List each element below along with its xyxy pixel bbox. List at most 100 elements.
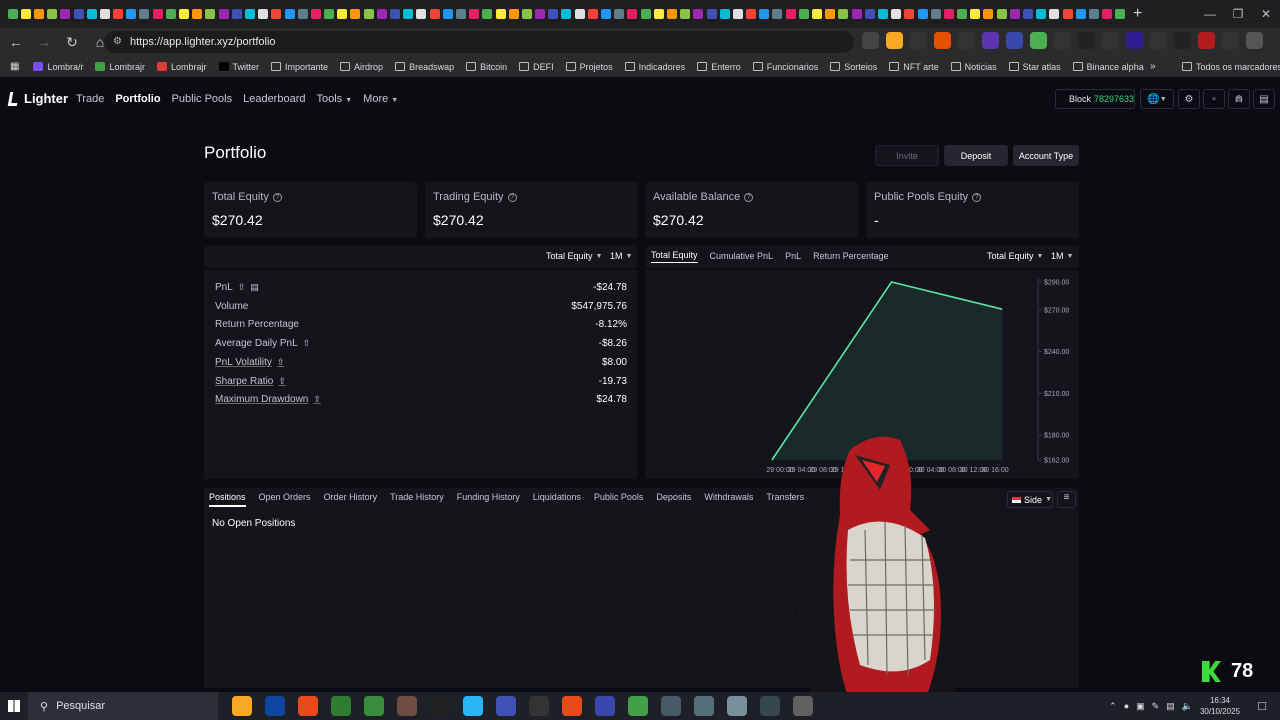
forward-icon[interactable]: → — [32, 30, 56, 54]
new-tab-icon[interactable]: + — [1133, 5, 1142, 23]
browser-tab[interactable] — [586, 0, 599, 28]
nav-portfolio[interactable]: Portfolio — [115, 93, 160, 105]
bookmark-item[interactable]: Twitter — [218, 62, 259, 72]
tab-total-equity[interactable]: Total Equity — [651, 250, 698, 263]
share-icon[interactable]: ⇧ — [277, 357, 285, 368]
taskbar-app-icon[interactable] — [397, 696, 417, 716]
tab-liquidations[interactable]: Liquidations — [533, 492, 581, 507]
share-icon[interactable]: ⇧ — [278, 376, 286, 387]
taskbar-app-icon[interactable] — [496, 696, 516, 716]
browser-tab[interactable] — [1114, 0, 1127, 28]
browser-tab[interactable] — [428, 0, 441, 28]
bookmark-item[interactable]: Airdrop — [340, 62, 383, 72]
taskbar-app-icon[interactable] — [265, 696, 285, 716]
info-icon[interactable]: ? — [272, 192, 282, 202]
nav-tools[interactable]: Tools ▼ — [316, 93, 352, 105]
browser-tab[interactable] — [534, 0, 547, 28]
browser-tab[interactable] — [956, 0, 969, 28]
browser-tab[interactable] — [929, 0, 942, 28]
bookmark-item[interactable]: Lombrajr — [156, 62, 207, 72]
network-icon[interactable]: ▤ — [1166, 701, 1175, 712]
more-bookmarks-icon[interactable]: » — [1150, 61, 1156, 72]
extension-icon[interactable] — [982, 32, 999, 49]
browser-tab[interactable] — [758, 0, 771, 28]
browser-tab[interactable] — [599, 0, 612, 28]
browser-tab[interactable] — [731, 0, 744, 28]
browser-tab[interactable] — [6, 0, 19, 28]
browser-tab[interactable] — [560, 0, 573, 28]
lighter-logo[interactable]: Lighter — [7, 91, 68, 106]
close-icon[interactable]: ✕ — [1252, 0, 1280, 28]
share-icon[interactable]: ⇧ — [313, 394, 321, 405]
browser-tab[interactable] — [1035, 0, 1048, 28]
account-type-button[interactable]: Account Type — [1013, 145, 1079, 166]
bookmark-item[interactable]: Funcionarios — [752, 62, 818, 72]
browser-tab[interactable] — [217, 0, 230, 28]
browser-tab[interactable] — [388, 0, 401, 28]
extension-icon[interactable] — [910, 32, 927, 49]
browser-tab[interactable] — [1048, 0, 1061, 28]
tab-deposits[interactable]: Deposits — [656, 492, 691, 507]
browser-tab[interactable] — [982, 0, 995, 28]
settings-icon[interactable]: ⚙ — [1178, 89, 1200, 109]
browser-tab[interactable] — [191, 0, 204, 28]
browser-tab[interactable] — [283, 0, 296, 28]
browser-tab[interactable] — [771, 0, 784, 28]
bookmark-item[interactable]: Projetos — [565, 62, 613, 72]
browser-tab[interactable] — [1087, 0, 1100, 28]
restore-icon[interactable]: ❐ — [1224, 0, 1252, 28]
extension-icon[interactable] — [1246, 32, 1263, 49]
notifications-icon[interactable]: □ — [1258, 698, 1266, 713]
browser-tab[interactable] — [692, 0, 705, 28]
extension-icon[interactable] — [1198, 32, 1215, 49]
browser-tab[interactable] — [705, 0, 718, 28]
windows-start-icon[interactable] — [0, 692, 28, 720]
calendar-icon[interactable]: ▤ — [250, 282, 259, 293]
side-filter[interactable]: Side ▼ — [1007, 491, 1053, 508]
browser-tab[interactable] — [850, 0, 863, 28]
bookmark-item[interactable]: Noticias — [950, 62, 997, 72]
browser-tab[interactable] — [138, 0, 151, 28]
browser-tab[interactable] — [626, 0, 639, 28]
chat-icon[interactable]: ▫ — [1203, 89, 1225, 109]
taskbar-app-icon[interactable] — [595, 696, 615, 716]
browser-tab[interactable] — [784, 0, 797, 28]
browser-tab[interactable] — [718, 0, 731, 28]
browser-tab[interactable] — [1061, 0, 1074, 28]
browser-tab[interactable] — [679, 0, 692, 28]
taskbar-app-icon[interactable] — [463, 696, 483, 716]
share-icon[interactable]: ⇧ — [238, 282, 246, 293]
stats-metric-select[interactable]: Total Equity ▼ — [546, 251, 602, 261]
browser-tab[interactable] — [362, 0, 375, 28]
browser-tab[interactable] — [652, 0, 665, 28]
extension-icon[interactable] — [934, 32, 951, 49]
browser-tab[interactable] — [296, 0, 309, 28]
site-info-icon[interactable]: ⚙ — [113, 36, 122, 47]
bookmark-item[interactable]: Indicadores — [624, 62, 685, 72]
browser-tab[interactable] — [32, 0, 45, 28]
tab-positions[interactable]: Positions — [209, 492, 246, 507]
browser-tab[interactable] — [824, 0, 837, 28]
browser-tab[interactable] — [270, 0, 283, 28]
browser-tab[interactable] — [257, 0, 270, 28]
taskbar-app-icon[interactable] — [232, 696, 252, 716]
browser-tab[interactable] — [112, 0, 125, 28]
browser-tab[interactable] — [916, 0, 929, 28]
camera-icon[interactable]: ▣ — [1136, 701, 1145, 712]
browser-tab[interactable] — [1074, 0, 1087, 28]
stat-label[interactable]: Sharpe Ratio — [215, 376, 273, 387]
browser-tab[interactable] — [336, 0, 349, 28]
taskbar-app-icon[interactable] — [562, 696, 582, 716]
browser-tab[interactable] — [995, 0, 1008, 28]
share-icon[interactable]: ⇧ — [303, 338, 311, 349]
bookmark-item[interactable]: Star atlas — [1008, 62, 1061, 72]
tab-funding-history[interactable]: Funding History — [457, 492, 520, 507]
reload-icon[interactable]: ↻ — [60, 30, 84, 54]
microphone-icon[interactable]: ● — [1124, 701, 1129, 711]
browser-tab[interactable] — [323, 0, 336, 28]
browser-tab[interactable] — [164, 0, 177, 28]
minimize-icon[interactable]: — — [1196, 0, 1224, 28]
bookmark-item[interactable]: NFT arte — [889, 62, 939, 72]
browser-tab[interactable] — [745, 0, 758, 28]
apps-icon[interactable]: ▦ — [10, 61, 19, 72]
